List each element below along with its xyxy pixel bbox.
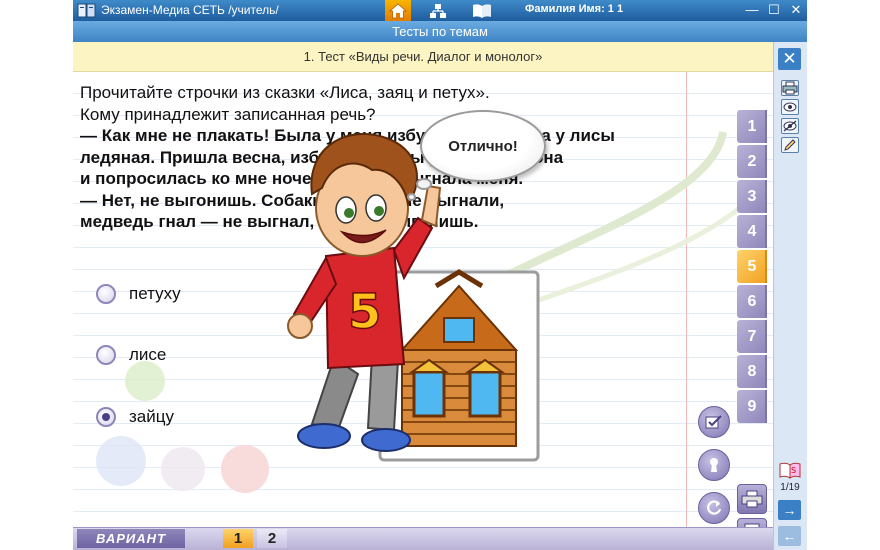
close-window-button[interactable]: ✕ <box>788 2 804 18</box>
bubble-tail <box>416 178 432 190</box>
minimize-button[interactable]: — <box>744 2 760 18</box>
pencil-icon[interactable] <box>781 137 799 153</box>
question-tab-3[interactable]: 3 <box>737 180 767 213</box>
hint-button[interactable] <box>698 449 730 481</box>
keyhole-icon <box>710 458 718 472</box>
feedback-bubble: Отлично! <box>420 110 546 182</box>
library-icon[interactable]: S <box>779 460 801 480</box>
arrow-right-icon: → <box>782 502 797 518</box>
answer-option-2[interactable]: лисе <box>96 345 166 365</box>
check-icon <box>705 415 722 429</box>
close-test-button[interactable]: ✕ <box>778 48 801 70</box>
question-tab-8[interactable]: 8 <box>737 355 767 388</box>
close-icon: ✕ <box>782 49 797 68</box>
answer-radio-selected[interactable] <box>96 407 116 427</box>
variant-label: ВАРИАНТ <box>77 529 185 548</box>
question-tab-2[interactable]: 2 <box>737 145 767 178</box>
answer-radio[interactable] <box>96 345 116 365</box>
page-counter: 1/19 <box>780 482 800 493</box>
svg-text:S: S <box>791 466 796 475</box>
app-title: Экзамен-Медиа СЕТЬ /учитель/ <box>101 3 279 17</box>
reset-button[interactable] <box>698 492 730 524</box>
question-tab-7[interactable]: 7 <box>737 320 767 353</box>
variant-2-button[interactable]: 2 <box>257 529 287 548</box>
question-intro-2: Кому принадлежит записанная речь? <box>80 104 376 124</box>
maximize-button[interactable]: ☐ <box>766 2 782 18</box>
feedback-text: Отлично! <box>448 137 518 155</box>
question-tab-4[interactable]: 4 <box>737 215 767 248</box>
book-icon[interactable] <box>469 0 495 21</box>
bubble-tail <box>407 193 416 201</box>
eye-icon[interactable] <box>781 99 799 115</box>
question-tab-1[interactable]: 1 <box>737 110 767 143</box>
variant-1-button[interactable]: 1 <box>223 529 253 548</box>
answer-label: лисе <box>129 345 167 364</box>
check-answer-button[interactable] <box>698 406 730 438</box>
eye-crossed-icon[interactable] <box>781 118 799 134</box>
question-intro-1: Прочитайте строчки из сказки «Лиса, заяц… <box>80 83 490 102</box>
answer-option-1[interactable]: петуху <box>96 284 181 304</box>
home-icon[interactable] <box>385 0 411 21</box>
print-button[interactable] <box>737 484 767 514</box>
arrow-left-icon: ← <box>782 528 797 544</box>
prev-page-button[interactable]: ← <box>778 526 801 546</box>
app-logo-icon <box>77 3 96 18</box>
answer-radio[interactable] <box>96 284 116 304</box>
hierarchy-icon[interactable] <box>425 0 451 21</box>
question-tab-5[interactable]: 5 <box>737 250 767 283</box>
answer-label: петуху <box>129 284 181 303</box>
answer-label: зайцу <box>129 407 174 426</box>
question-tab-6[interactable]: 6 <box>737 285 767 318</box>
printer-icon <box>741 490 763 508</box>
section-title: Тесты по темам <box>73 21 807 42</box>
refresh-icon <box>707 500 722 515</box>
next-page-button[interactable]: → <box>778 500 801 520</box>
user-name: Фамилия Имя: 1 1 <box>525 3 624 15</box>
title-bar: Экзамен-Медиа СЕТЬ /учитель/ Фамилия Имя… <box>73 0 807 21</box>
mascot-boy-illustration: 5 <box>287 133 442 452</box>
test-title: 1. Тест «Виды речи. Диалог и монолог» <box>73 42 773 72</box>
answer-option-3[interactable]: зайцу <box>96 407 174 427</box>
shirt-number: 5 <box>348 284 381 340</box>
print-icon[interactable] <box>781 80 799 96</box>
question-tab-9[interactable]: 9 <box>737 390 767 423</box>
